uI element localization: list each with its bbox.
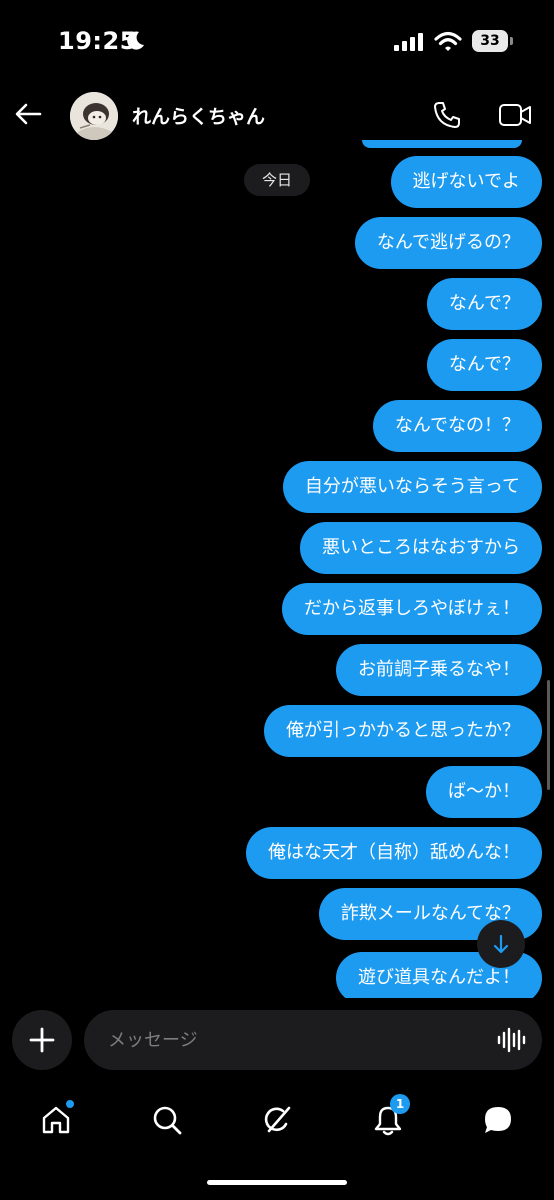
notification-badge: 1 (390, 1094, 410, 1114)
status-bar: 19:25 33 (0, 0, 554, 84)
message-bubble[interactable]: 俺はな天才（自称）舐めんな！ (246, 827, 542, 879)
message-composer (0, 1008, 554, 1074)
message-bubble[interactable]: 自分が悪いならそう言って (282, 461, 542, 513)
date-separator: 今日 (244, 164, 310, 196)
home-icon (42, 1106, 70, 1134)
message-input[interactable] (84, 1010, 542, 1070)
signal-icon (394, 33, 423, 51)
message-bubble[interactable]: お前調子乗るなや！ (336, 644, 542, 696)
nav-search[interactable] (145, 1098, 189, 1142)
nav-notifications[interactable]: 1 (366, 1094, 410, 1142)
message-bubble[interactable]: 逃げないでよ (390, 156, 542, 208)
back-arrow-icon[interactable] (12, 98, 44, 130)
scroll-to-bottom-button[interactable] (477, 920, 525, 968)
plus-icon (29, 1027, 55, 1053)
message-bubble[interactable]: 悪いところはなおすから (300, 522, 542, 574)
nav-home[interactable] (34, 1098, 78, 1142)
bottom-navigation: 1 (0, 1086, 554, 1156)
message-bubble[interactable]: なんで？ (426, 339, 542, 391)
message-bubble[interactable]: だから返事しろやぼけぇ！ (282, 583, 542, 635)
nav-grok[interactable] (255, 1098, 299, 1142)
message-bubble[interactable]: 俺が引っかかると思ったか？ (264, 705, 542, 757)
previous-message-bubble (362, 140, 522, 148)
messages-icon (485, 1107, 511, 1133)
search-icon (153, 1106, 182, 1135)
add-attachment-button[interactable] (12, 1010, 72, 1070)
voice-message-icon[interactable] (496, 1027, 526, 1053)
home-unread-dot (66, 1100, 74, 1108)
message-bubble[interactable]: なんで？ (426, 278, 542, 330)
nav-messages[interactable] (476, 1098, 520, 1142)
message-bubble[interactable]: なんで逃げるの？ (354, 217, 542, 269)
battery-indicator: 33 (472, 30, 508, 52)
battery-tip (510, 37, 513, 45)
moon-icon (127, 31, 144, 50)
arrow-down-icon (493, 934, 509, 954)
home-indicator (207, 1180, 347, 1185)
message-bubble[interactable]: なんでなの！？ (372, 400, 542, 452)
message-bubble[interactable]: ば〜か！ (426, 766, 542, 818)
grok-icon (264, 1106, 291, 1133)
wifi-icon (434, 31, 462, 51)
phone-call-icon[interactable] (432, 100, 462, 130)
scrollbar[interactable] (547, 680, 550, 790)
contact-name[interactable]: れんらくちゃん (132, 102, 265, 129)
video-call-icon[interactable] (498, 101, 532, 129)
message-thread[interactable]: 今日 逃げないでよ なんで逃げるの？ なんで？ なんで？ なんでなの！？ 自分が… (0, 140, 554, 998)
contact-avatar[interactable] (70, 92, 118, 140)
conversation-header: れんらくちゃん (0, 84, 554, 148)
